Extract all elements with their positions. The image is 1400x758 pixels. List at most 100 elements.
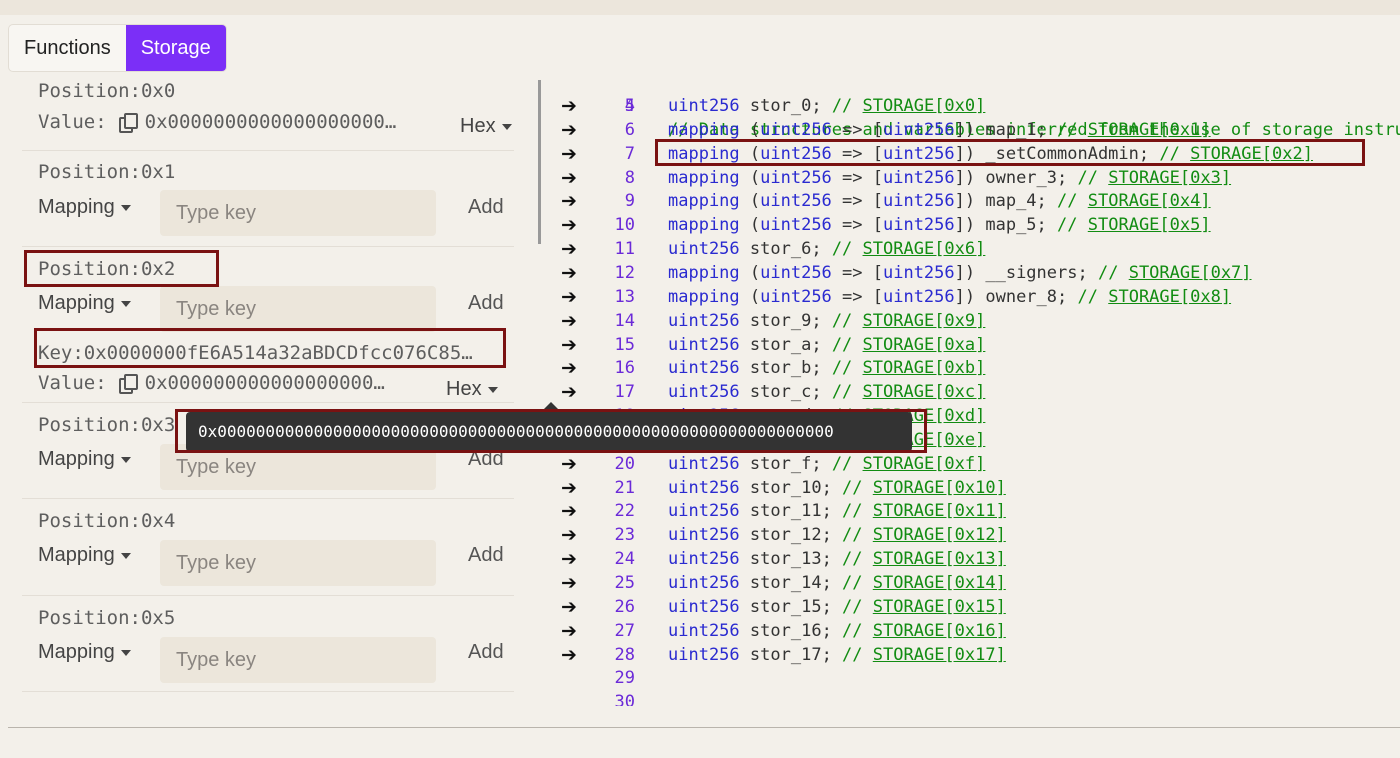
arrow-right-icon[interactable]: ➔ (561, 476, 577, 500)
storage-link[interactable]: STORAGE[0x5] (1088, 215, 1211, 235)
code-line: ➔ 20 uint256 stor_f; // STORAGE[0xf] (557, 452, 1400, 476)
code-comment: // (1057, 215, 1078, 236)
value-label: Value: (38, 372, 107, 394)
keyword: uint256 (668, 334, 740, 355)
code-source: uint256 stor_15; // STORAGE[0x15] (668, 596, 1006, 617)
arrow-right-icon[interactable]: ➔ (561, 499, 577, 523)
line-number: 16 (614, 358, 635, 379)
add-button[interactable]: Add (468, 641, 504, 664)
storage-link[interactable]: STORAGE[0x0] (863, 96, 986, 116)
storage-link[interactable]: STORAGE[0x7] (1129, 263, 1252, 283)
keyword: uint256 (882, 286, 955, 307)
add-button[interactable]: Add (468, 544, 504, 567)
type-dropdown[interactable]: Mapping (38, 448, 131, 471)
code-source: mapping (uint256 => [uint256]) map_5; //… (668, 215, 1211, 236)
storage-link[interactable]: STORAGE[0xc] (863, 382, 986, 402)
code-source: uint256 stor_14; // STORAGE[0x14] (668, 573, 1006, 593)
storage-link[interactable]: STORAGE[0xf] (863, 454, 986, 474)
storage-link[interactable]: STORAGE[0x13] (873, 549, 1006, 569)
key-input[interactable] (160, 286, 436, 332)
code-source: uint256 stor_c; // STORAGE[0xc] (668, 382, 986, 403)
code-line: ➔ 24 uint256 stor_13; // STORAGE[0x13] (557, 547, 1400, 571)
line-number: 13 (614, 286, 635, 307)
keyword: uint256 (668, 382, 740, 403)
keyword: mapping (668, 215, 740, 236)
arrow-right-icon[interactable]: ➔ (561, 452, 577, 476)
code-comment: // (831, 358, 853, 379)
storage-link[interactable]: STORAGE[0x4] (1088, 191, 1211, 211)
storage-link[interactable]: STORAGE[0x3] (1108, 168, 1231, 188)
type-dropdown[interactable]: Mapping (38, 196, 131, 219)
arrow-right-icon[interactable]: ➔ (561, 619, 577, 643)
add-button[interactable]: Add (468, 292, 504, 315)
keyword: uint256 (882, 119, 955, 140)
chevron-down-icon (120, 300, 131, 307)
line-number: 20 (614, 453, 635, 474)
arrow-right-icon[interactable]: ➔ (561, 571, 577, 595)
storage-link[interactable]: STORAGE[0xb] (863, 358, 986, 378)
variable-name: stor_10 (749, 477, 822, 498)
key-input[interactable] (160, 637, 436, 683)
storage-link[interactable]: STORAGE[0x8] (1108, 287, 1231, 307)
type-dropdown[interactable]: Mapping (38, 544, 131, 567)
storage-link[interactable]: STORAGE[0x9] (863, 311, 986, 331)
arrow-right-icon[interactable]: ➔ (561, 237, 577, 261)
arrow-right-icon[interactable]: ➔ (561, 380, 577, 404)
tab-storage[interactable]: Storage (125, 25, 226, 71)
position-line: Position:0x4 (38, 510, 175, 532)
keyword: mapping (668, 262, 740, 283)
storage-link[interactable]: STORAGE[0x16] (873, 621, 1006, 641)
storage-link[interactable]: STORAGE[0x1] (1088, 120, 1211, 140)
storage-link[interactable]: STORAGE[0x6] (863, 239, 986, 259)
add-button[interactable]: Add (468, 196, 504, 219)
arrow-right-icon[interactable]: ➔ (561, 643, 577, 667)
type-dropdown[interactable]: Mapping (38, 292, 131, 315)
key-input[interactable] (160, 540, 436, 586)
arrow-right-icon[interactable]: ➔ (561, 356, 577, 380)
storage-link[interactable]: STORAGE[0x14] (873, 573, 1006, 593)
type-label: Mapping (38, 196, 115, 218)
arrow-right-icon[interactable]: ➔ (561, 333, 577, 357)
arrow-right-icon[interactable]: ➔ (561, 285, 577, 309)
code-line: 30 (557, 690, 1400, 706)
code-comment: // (842, 549, 863, 570)
arrow-right-icon[interactable]: ➔ (561, 189, 577, 213)
code-comment: // (842, 644, 863, 665)
arrow-right-icon[interactable]: ➔ (561, 547, 577, 571)
keyword: uint256 (668, 525, 740, 546)
keyword: uint256 (668, 644, 740, 665)
arrow-right-icon[interactable]: ➔ (561, 595, 577, 619)
storage-link[interactable]: STORAGE[0xa] (863, 335, 986, 355)
arrow-right-icon[interactable]: ➔ (561, 166, 577, 190)
arrow-right-icon[interactable]: ➔ (561, 523, 577, 547)
line-number: 28 (614, 644, 635, 665)
storage-link[interactable]: STORAGE[0x10] (873, 478, 1006, 498)
arrow-right-icon[interactable]: ➔ (561, 118, 577, 142)
tab-functions[interactable]: Functions (9, 25, 126, 71)
arrow-right-icon[interactable]: ➔ (561, 309, 577, 333)
key-input[interactable] (160, 190, 436, 236)
code-comment: // (831, 310, 853, 331)
code-comment: // (1057, 191, 1078, 212)
format-dropdown[interactable]: Hex (460, 115, 512, 138)
format-dropdown[interactable]: Hex (446, 378, 498, 401)
arrow-right-icon[interactable]: ➔ (561, 94, 577, 118)
code-line: ➔ 21 uint256 stor_10; // STORAGE[0x10] (557, 476, 1400, 500)
arrow-right-icon[interactable]: ➔ (561, 213, 577, 237)
keyword: uint256 (882, 262, 955, 283)
type-dropdown[interactable]: Mapping (38, 641, 131, 664)
storage-panel: Position:0x0 Value: 0x000000000000000000… (22, 78, 514, 698)
line-number: 21 (614, 477, 635, 498)
storage-link[interactable]: STORAGE[0x12] (873, 525, 1006, 545)
copy-icon[interactable] (118, 113, 138, 133)
copy-icon[interactable] (118, 374, 138, 394)
storage-link[interactable]: STORAGE[0x17] (873, 645, 1006, 665)
storage-link[interactable]: STORAGE[0x11] (873, 501, 1006, 521)
arrow-right-icon[interactable]: ➔ (561, 142, 577, 166)
scrollbar[interactable] (538, 80, 541, 244)
storage-link[interactable]: STORAGE[0x15] (873, 597, 1006, 617)
arrow-right-icon[interactable]: ➔ (561, 261, 577, 285)
code-line: ➔ 17 uint256 stor_c; // STORAGE[0xc] (557, 380, 1400, 404)
code-line: ➔ 13 mapping (uint256 => [uint256]) owner_… (557, 285, 1400, 309)
code-comment: // (831, 96, 853, 116)
